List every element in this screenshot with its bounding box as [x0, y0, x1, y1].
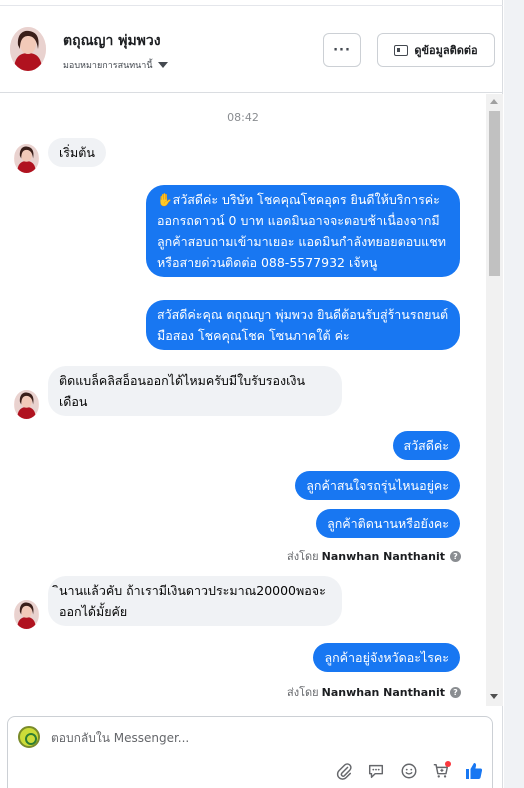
contact-name[interactable]: ตถุณญา พุ่มพวง	[63, 30, 161, 52]
sent-by-name: Nanwhan Nanthanit	[321, 685, 445, 699]
message-thread: 08:42 เริ่มต้น ✋สวัสดีค่ะ บริษัท โชคคุณโ…	[0, 94, 486, 706]
chevron-down-icon	[157, 62, 168, 68]
sent-by-prefix: ส่งโดย	[287, 550, 319, 563]
assign-label: มอบหมายการสนทนานี้	[63, 61, 153, 71]
reply-input[interactable]	[51, 731, 351, 745]
sent-by-prefix: ส่งโดย	[287, 686, 319, 699]
more-options-icon: ···	[333, 42, 351, 58]
reply-composer	[7, 716, 493, 788]
sender-avatar	[14, 390, 39, 419]
scroll-up-arrow-icon[interactable]	[490, 99, 498, 104]
outgoing-message[interactable]: ลูกค้าสนใจรถรุ่นไหนอยู่คะ	[295, 471, 460, 500]
contact-avatar[interactable]	[10, 27, 46, 71]
more-options-button[interactable]: ···	[323, 33, 361, 67]
incoming-message[interactable]: ติดแบล็คลิสอ็อนออกได้ไหมครับมีใบรับรองเง…	[48, 366, 342, 416]
scroll-down-arrow-icon[interactable]	[490, 694, 498, 699]
help-icon[interactable]: ?	[450, 550, 461, 562]
side-panel-edge	[504, 0, 524, 788]
view-contact-button[interactable]: ดูข้อมูลติดต่อ	[377, 33, 495, 67]
emoji-icon[interactable]	[399, 761, 419, 781]
incoming-message[interactable]: ินานแล้วคับ ถ้าเรามีเงินดาวประมาณ20000พอ…	[48, 576, 342, 626]
outgoing-message[interactable]: สวัสดีค่ะคุณ ตถุณญา พุ่มพวง ยินดีต้อนรับ…	[146, 300, 460, 350]
sent-by-label: ส่งโดย Nanwhan Nanthanit ?	[287, 547, 461, 565]
page-logo-icon	[18, 726, 40, 748]
assign-conversation-dropdown[interactable]: มอบหมายการสนทนานี้	[63, 58, 168, 72]
outgoing-message[interactable]: ลูกค้าติดนานหรือยังคะ	[316, 509, 460, 538]
help-icon[interactable]: ?	[450, 686, 461, 698]
top-divider	[0, 0, 503, 6]
sender-avatar	[14, 600, 39, 629]
notification-dot	[445, 761, 451, 767]
view-contact-label: ดูข้อมูลติดต่อ	[414, 44, 478, 57]
attach-icon[interactable]	[334, 761, 354, 781]
message-timestamp: 08:42	[227, 111, 259, 124]
outgoing-message[interactable]: ✋สวัสดีค่ะ บริษัท โชคคุณโชคอุดร ยินดีให้…	[146, 185, 460, 277]
conversation-header: ตถุณญา พุ่มพวง มอบหมายการสนทนานี้ ··· ดู…	[0, 7, 503, 93]
like-icon[interactable]	[463, 760, 485, 782]
cart-icon[interactable]	[431, 761, 451, 781]
outgoing-message[interactable]: สวัสดีค่ะ	[392, 431, 460, 460]
saved-reply-icon[interactable]	[366, 761, 386, 781]
scrollbar-thumb[interactable]	[489, 111, 500, 276]
sender-avatar	[14, 144, 39, 173]
contact-card-icon	[394, 44, 409, 56]
message-scrollbar[interactable]	[486, 94, 503, 706]
sent-by-name: Nanwhan Nanthanit	[321, 549, 445, 563]
incoming-message[interactable]: เริ่มต้น	[48, 138, 106, 167]
outgoing-message[interactable]: ลูกค้าอยู่จังหวัดอะไรคะ	[313, 643, 460, 672]
sent-by-label: ส่งโดย Nanwhan Nanthanit ?	[287, 683, 461, 701]
